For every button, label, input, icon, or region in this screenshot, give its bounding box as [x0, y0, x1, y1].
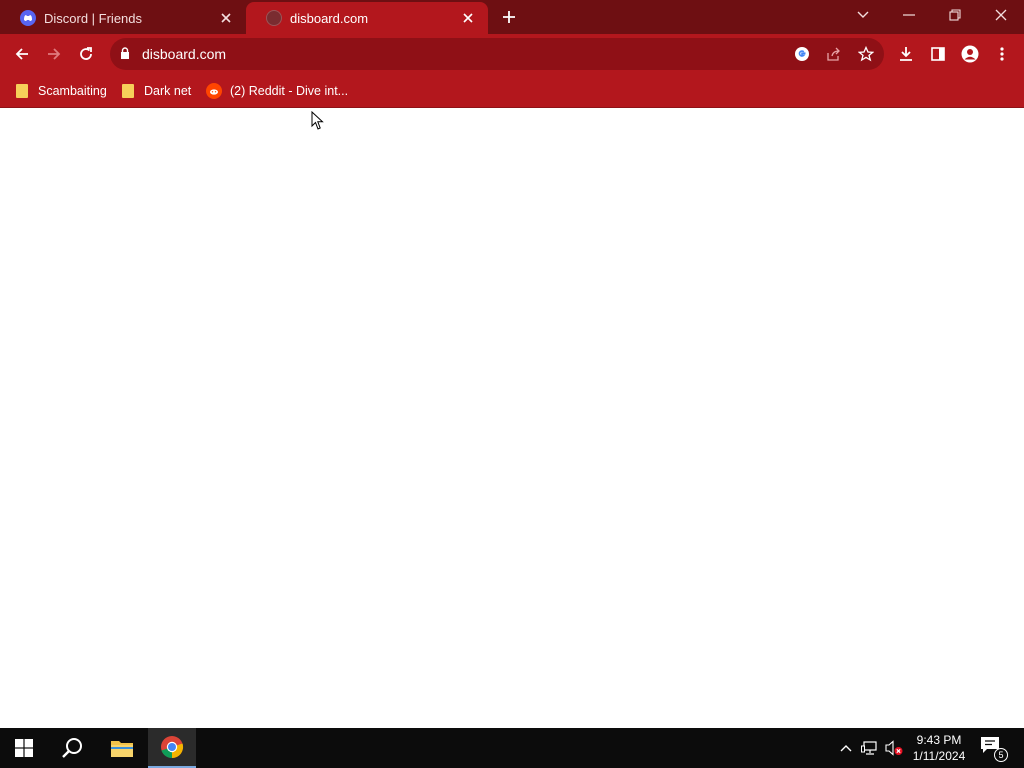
- folder-icon: [16, 84, 28, 98]
- taskbar: 9:43 PM 1/11/2024 5: [0, 728, 1024, 768]
- close-tab-icon[interactable]: [218, 10, 234, 26]
- tab-strip: Discord | Friends disboard.com: [0, 0, 1024, 34]
- arrow-right-icon: [48, 48, 61, 60]
- new-tab-button[interactable]: [498, 6, 520, 28]
- bookmark-label: Scambaiting: [38, 84, 107, 98]
- tab-disboard[interactable]: disboard.com: [246, 2, 488, 34]
- lock-icon[interactable]: [120, 47, 130, 65]
- folder-icon: [122, 84, 134, 98]
- restore-button[interactable]: [932, 0, 978, 30]
- arrow-left-icon: [15, 48, 28, 60]
- tab-discord-friends[interactable]: Discord | Friends: [0, 2, 246, 34]
- show-hidden-icons-button[interactable]: [836, 738, 856, 758]
- star-icon[interactable]: [856, 44, 876, 64]
- reload-icon: [80, 47, 92, 60]
- reddit-icon: [206, 83, 222, 99]
- share-icon[interactable]: [824, 44, 844, 64]
- notification-count-badge: 5: [994, 748, 1008, 762]
- chrome-icon: [161, 736, 184, 759]
- download-button[interactable]: [892, 40, 920, 68]
- menu-button[interactable]: [988, 40, 1016, 68]
- volume-muted-icon[interactable]: [884, 738, 904, 758]
- download-icon: [900, 47, 912, 61]
- chevron-down-icon: [857, 11, 869, 18]
- clock-time: 9:43 PM: [916, 733, 962, 747]
- windows-logo-icon: [15, 739, 33, 757]
- side-panel-button[interactable]: [924, 40, 952, 68]
- tab-search-button[interactable]: [840, 0, 886, 30]
- system-clock[interactable]: 9:43 PM 1/11/2024: [908, 732, 970, 764]
- bookmark-dark-net[interactable]: Dark net: [122, 82, 191, 100]
- address-bar[interactable]: disboard.com: [110, 38, 884, 70]
- bookmark-reddit[interactable]: (2) Reddit - Dive int...: [206, 82, 348, 100]
- minimize-button[interactable]: [886, 0, 932, 30]
- reload-button[interactable]: [72, 40, 100, 68]
- mouse-cursor-icon: [311, 111, 324, 130]
- close-tab-icon[interactable]: [460, 10, 476, 26]
- avatar-icon: [961, 45, 979, 63]
- start-button[interactable]: [0, 728, 48, 768]
- close-window-button[interactable]: [978, 0, 1024, 30]
- bookmark-label: (2) Reddit - Dive int...: [230, 84, 349, 98]
- tab-title: disboard.com: [290, 10, 369, 26]
- action-center-button[interactable]: 5: [980, 736, 1008, 762]
- tab-title: Discord | Friends: [44, 10, 143, 26]
- search-button[interactable]: [48, 728, 96, 768]
- page-content[interactable]: [0, 108, 1024, 728]
- chrome-taskbar-button[interactable]: [148, 728, 196, 768]
- minimize-icon: [903, 14, 915, 16]
- close-icon: [995, 9, 1007, 21]
- network-icon[interactable]: [860, 738, 880, 758]
- kebab-menu-icon: [1000, 47, 1004, 61]
- google-icon[interactable]: [792, 44, 812, 64]
- globe-icon: [266, 10, 282, 26]
- clock-date: 1/11/2024: [912, 749, 966, 763]
- forward-button[interactable]: [40, 40, 68, 68]
- chevron-up-icon: [840, 745, 852, 752]
- browser-toolbar: disboard.com: [0, 34, 1024, 74]
- plus-icon: [503, 11, 515, 23]
- restore-icon: [949, 9, 961, 21]
- discord-icon: [20, 10, 36, 26]
- side-panel-icon: [931, 47, 945, 61]
- bookmark-label: Dark net: [144, 84, 192, 98]
- profile-button[interactable]: [956, 40, 984, 68]
- back-button[interactable]: [8, 40, 36, 68]
- url-text[interactable]: disboard.com: [142, 46, 226, 62]
- folder-icon: [111, 741, 133, 757]
- file-explorer-button[interactable]: [98, 728, 146, 768]
- bookmarks-bar: Scambaiting Dark net (2) Reddit - Dive i…: [0, 74, 1024, 108]
- search-icon: [62, 738, 82, 758]
- bookmark-scambaiting[interactable]: Scambaiting: [16, 82, 107, 100]
